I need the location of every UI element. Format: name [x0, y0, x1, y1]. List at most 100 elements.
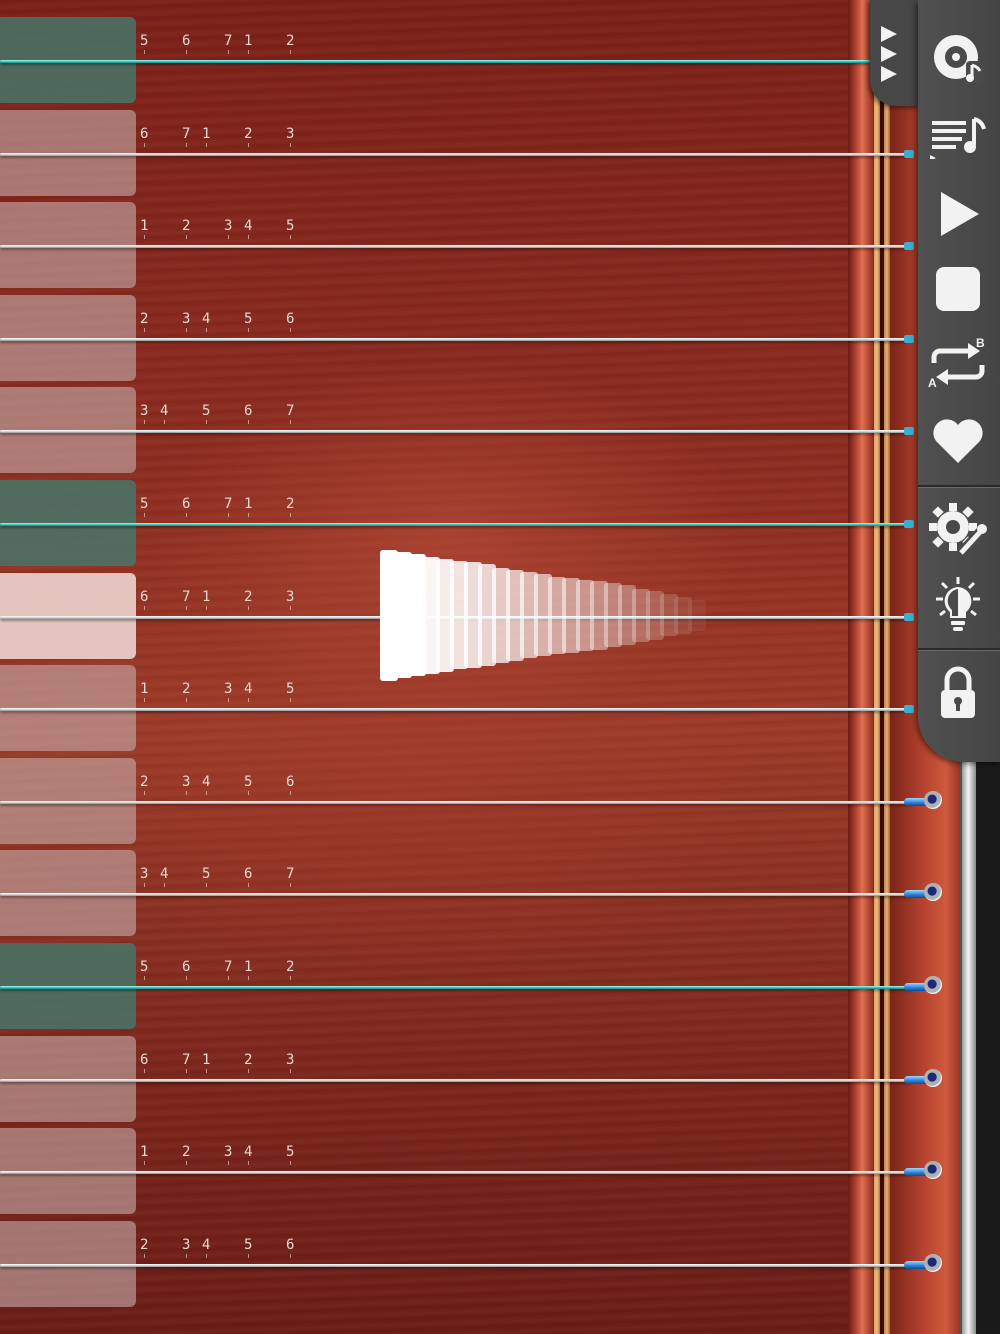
tuning-peg[interactable] [904, 791, 942, 809]
string-9[interactable] [0, 801, 912, 804]
favorite-heart-icon[interactable] [926, 410, 990, 472]
note-label: 2 [244, 1052, 253, 1068]
note-label: 5 [202, 403, 211, 419]
note-label: 6 [286, 1237, 295, 1253]
note-label: 3 [140, 866, 149, 882]
toolbar-separator [918, 648, 1000, 651]
note-label: 2 [182, 218, 191, 234]
note-label: 2 [286, 33, 295, 49]
note-tick [186, 976, 187, 980]
brightness-bulb-icon[interactable] [926, 574, 990, 636]
string-4[interactable] [0, 338, 906, 341]
note-label: 6 [244, 403, 253, 419]
string-1[interactable] [0, 60, 870, 63]
peg-knob [924, 1254, 942, 1272]
note-label: 7 [286, 403, 295, 419]
side-rail-shadow [976, 760, 1000, 1334]
string-8[interactable] [0, 708, 906, 711]
note-label: 2 [140, 1237, 149, 1253]
song-library-icon[interactable] [926, 28, 990, 90]
note-label: 3 [224, 1144, 233, 1160]
tuning-peg[interactable] [904, 883, 942, 901]
peg-knob [924, 1161, 942, 1179]
tuning-peg[interactable] [904, 1254, 942, 1272]
note-label: 6 [140, 126, 149, 142]
string-13[interactable] [0, 1171, 912, 1174]
note-label: 7 [224, 496, 233, 512]
note-label: 5 [286, 681, 295, 697]
note-tick [144, 883, 145, 887]
note-tick [290, 50, 291, 54]
note-tick [228, 976, 229, 980]
note-label: 1 [244, 496, 253, 512]
note-label: 2 [286, 496, 295, 512]
note-label: 1 [140, 681, 149, 697]
note-label: 6 [244, 866, 253, 882]
peg-knob [924, 976, 942, 994]
note-tick [186, 513, 187, 517]
note-label: 2 [182, 681, 191, 697]
string-3[interactable] [0, 245, 906, 248]
note-label: 2 [140, 311, 149, 327]
note-tick [144, 50, 145, 54]
lock-icon[interactable] [926, 662, 990, 724]
note-label: 4 [202, 311, 211, 327]
note-tick [186, 1254, 187, 1258]
note-tick [144, 328, 145, 332]
note-labels: 5 6 71 2 [138, 959, 338, 980]
peg-knob [924, 1069, 942, 1087]
play-icon[interactable] [926, 183, 990, 245]
note-label: 3 [286, 126, 295, 142]
tuning-peg[interactable] [904, 1161, 942, 1179]
note-tick [164, 883, 165, 887]
settings-icon[interactable] [926, 498, 990, 560]
note-label: 4 [202, 774, 211, 790]
note-tick [144, 791, 145, 795]
note-label: 5 [140, 496, 149, 512]
note-label: 6 [286, 774, 295, 790]
note-label: 5 [286, 1144, 295, 1160]
string-14[interactable] [0, 1264, 912, 1267]
note-label: 6 [140, 1052, 149, 1068]
note-label: 4 [160, 866, 169, 882]
tuning-peg[interactable] [904, 1069, 942, 1087]
note-label: 5 [140, 33, 149, 49]
note-tick [144, 606, 145, 610]
note-tick [206, 883, 207, 887]
svg-text:B: B [976, 337, 985, 350]
string-11[interactable] [0, 986, 912, 989]
tuning-peg[interactable] [904, 976, 942, 994]
string-6[interactable] [0, 523, 906, 526]
note-label: 1 [202, 1052, 211, 1068]
note-tick [290, 328, 291, 332]
string-2[interactable] [0, 153, 906, 156]
note-label: 4 [202, 1237, 211, 1253]
string-12[interactable] [0, 1079, 912, 1082]
note-tick [248, 698, 249, 702]
note-tick [228, 235, 229, 239]
note-tick [290, 698, 291, 702]
string-pin [904, 335, 914, 343]
note-tick [186, 328, 187, 332]
note-label: 1 [140, 218, 149, 234]
note-labels: 5 6 71 2 [138, 496, 338, 517]
note-labels: 2 34 5 6 [138, 311, 338, 332]
note-labels: 6 71 2 3 [138, 589, 338, 610]
stop-icon[interactable] [926, 258, 990, 320]
string-10[interactable] [0, 893, 912, 896]
collapse-panel-icon[interactable] [872, 22, 904, 88]
note-tick [206, 1254, 207, 1258]
ab-repeat-icon[interactable]: B A [926, 334, 990, 396]
note-tick [290, 883, 291, 887]
note-tick [206, 328, 207, 332]
note-tick [228, 50, 229, 54]
note-label: 7 [182, 589, 191, 605]
peg-knob [924, 883, 942, 901]
string-5[interactable] [0, 430, 906, 433]
note-label: 2 [286, 959, 295, 975]
note-tick [206, 143, 207, 147]
zither-board[interactable]: 5671267123123452345634567567126712312345… [0, 0, 1000, 1334]
sheet-music-list-icon[interactable] [926, 104, 990, 166]
note-tick [228, 698, 229, 702]
note-label: 6 [182, 959, 191, 975]
